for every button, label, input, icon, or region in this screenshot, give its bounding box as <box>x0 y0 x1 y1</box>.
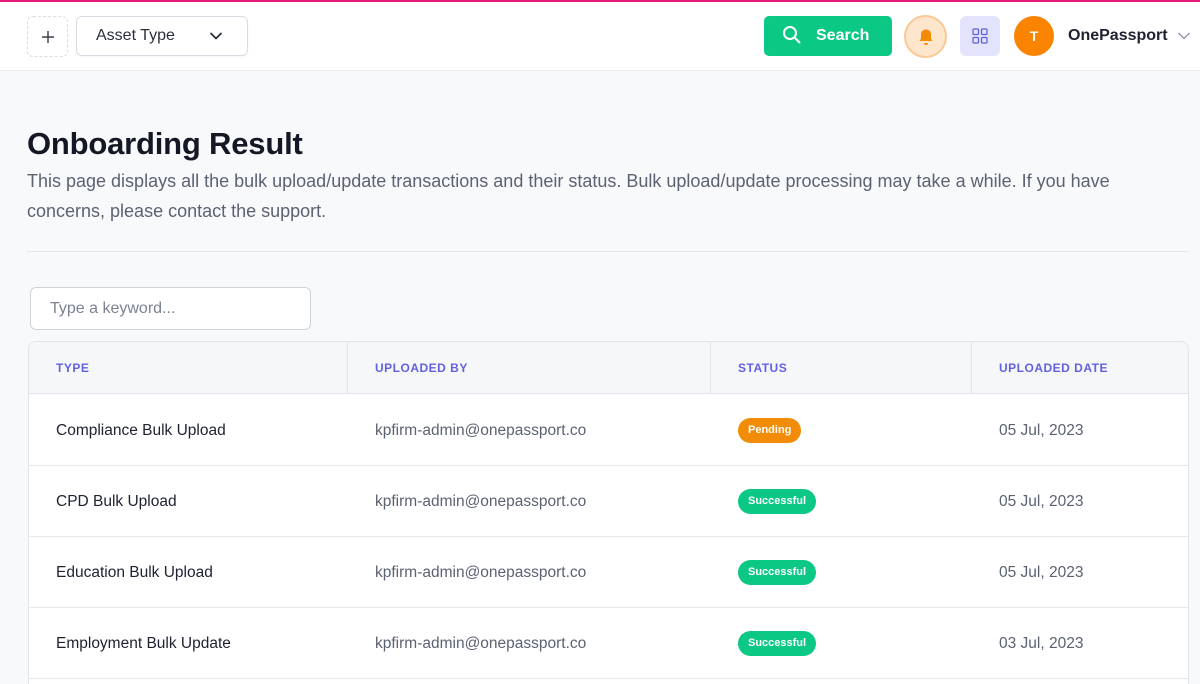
onboarding-results-table: TYPE UPLOADED BY STATUS UPLOADED DATE Co… <box>28 341 1189 684</box>
cell-type: Education Bulk Upload <box>56 563 213 581</box>
cell-uploaded-by: kpfirm-admin@onepassport.co <box>375 634 587 652</box>
status-badge: Successful <box>738 631 817 656</box>
status-badge: Successful <box>738 560 817 585</box>
cell-uploaded-by: kpfirm-admin@onepassport.co <box>375 421 587 439</box>
cell-uploaded-date: 03 Jul, 2023 <box>999 634 1084 652</box>
cell-uploaded-by: kpfirm-admin@onepassport.co <box>375 563 587 581</box>
status-badge: Successful <box>738 489 817 514</box>
search-icon <box>783 26 801 44</box>
search-button[interactable]: Search <box>764 16 892 56</box>
chevron-down-icon <box>210 32 222 40</box>
page-title: Onboarding Result <box>27 126 303 161</box>
table-header: TYPE UPLOADED BY STATUS UPLOADED DATE <box>29 342 1188 394</box>
cell-uploaded-date: 05 Jul, 2023 <box>999 563 1084 581</box>
table-row[interactable]: Education Bulk Upload kpfirm-admin@onepa… <box>29 537 1188 608</box>
user-name[interactable]: OnePassport <box>1068 27 1168 45</box>
column-header-uploaded-date[interactable]: UPLOADED DATE <box>999 342 1108 394</box>
cell-status: Successful <box>738 608 817 679</box>
cell-uploaded-date: 05 Jul, 2023 <box>999 421 1084 439</box>
column-divider <box>710 342 711 394</box>
notifications-button[interactable] <box>904 15 947 58</box>
table-row[interactable]: CPD Bulk Upload kpfirm-admin@onepassport… <box>29 466 1188 537</box>
section-divider <box>27 251 1188 252</box>
column-divider <box>971 342 972 394</box>
asset-type-dropdown[interactable]: Asset Type <box>76 16 248 56</box>
keyword-search-input[interactable] <box>30 287 311 330</box>
column-divider <box>347 342 348 394</box>
column-header-uploaded-by[interactable]: UPLOADED BY <box>375 342 468 394</box>
grid-icon <box>972 28 988 44</box>
top-header: Asset Type Search T OnePassport <box>0 2 1200 71</box>
cell-type: Compliance Bulk Upload <box>56 421 226 439</box>
table-row[interactable]: Employment Bulk Update kpfirm-admin@onep… <box>29 608 1188 679</box>
cell-uploaded-date: 05 Jul, 2023 <box>999 492 1084 510</box>
status-badge: Pending <box>738 418 802 443</box>
column-header-type[interactable]: TYPE <box>56 342 89 394</box>
apps-menu-button[interactable] <box>960 16 1000 56</box>
search-button-label: Search <box>816 27 870 44</box>
cell-uploaded-by: kpfirm-admin@onepassport.co <box>375 492 587 510</box>
page-description: This page displays all the bulk upload/u… <box>27 171 1110 221</box>
add-button[interactable] <box>27 16 68 57</box>
plus-icon <box>41 30 54 43</box>
cell-type: CPD Bulk Upload <box>56 492 177 510</box>
table-row[interactable]: Compliance Bulk Upload kpfirm-admin@onep… <box>29 395 1188 466</box>
user-menu-chevron-icon[interactable] <box>1177 31 1191 41</box>
bell-icon <box>919 29 932 45</box>
column-header-status[interactable]: STATUS <box>738 342 787 394</box>
cell-status: Pending <box>738 395 802 466</box>
user-avatar[interactable]: T <box>1014 16 1054 56</box>
asset-type-label: Asset Type <box>96 27 175 44</box>
cell-status: Successful <box>738 466 817 537</box>
cell-type: Employment Bulk Update <box>56 634 231 652</box>
cell-status: Successful <box>738 537 817 608</box>
